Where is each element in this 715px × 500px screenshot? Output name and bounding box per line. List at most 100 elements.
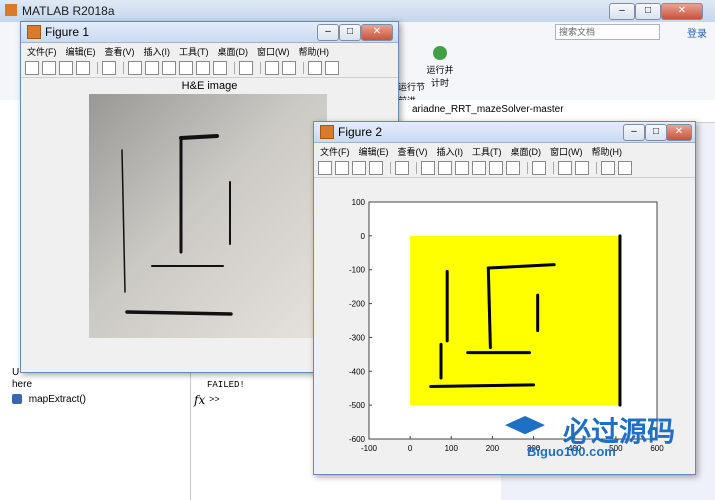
menu-desktop[interactable]: 桌面(D) [218, 45, 249, 58]
figure-1-close-button[interactable]: ✕ [361, 24, 393, 41]
search-input[interactable]: 搜索文档 [555, 24, 660, 40]
pointer-icon[interactable] [395, 161, 409, 175]
file-item-label: mapExtract() [28, 394, 87, 405]
maximize-button[interactable]: □ [635, 3, 661, 20]
menu-window[interactable]: 窗口(W) [257, 45, 290, 58]
menu-edit[interactable]: 编辑(E) [359, 145, 389, 158]
menu-desktop[interactable]: 桌面(D) [511, 145, 542, 158]
title-bar: MATLAB R2018a – □ ✕ [0, 0, 715, 23]
x-tick-label: 200 [486, 444, 500, 453]
graduation-cap-icon [505, 416, 545, 435]
zoom-in-icon[interactable] [421, 161, 435, 175]
scatter-fill-region [410, 235, 620, 406]
colorbar-icon[interactable] [558, 161, 572, 175]
toolbar-separator [527, 162, 528, 174]
show-plot-tools-icon[interactable] [325, 61, 339, 75]
menu-tools[interactable]: 工具(T) [179, 45, 209, 58]
panel-text-here: here [12, 379, 33, 390]
search-placeholder: 搜索文档 [559, 27, 596, 37]
figure-2-title: Figure 2 [338, 125, 383, 139]
zoom-in-icon[interactable] [128, 61, 142, 75]
menu-view[interactable]: 查看(V) [398, 145, 428, 158]
figure-2-menubar: 文件(F) 编辑(E) 查看(V) 插入(I) 工具(T) 桌面(D) 窗口(W… [314, 143, 695, 159]
menu-insert[interactable]: 插入(I) [144, 45, 171, 58]
legend-icon[interactable] [575, 161, 589, 175]
current-folder: ariadne_RRT_mazeSolver-master [412, 104, 564, 115]
login-button[interactable]: 登录 [687, 25, 707, 40]
menu-view[interactable]: 查看(V) [105, 45, 135, 58]
app-title: MATLAB R2018a [22, 4, 115, 18]
y-tick-label: -400 [349, 367, 366, 376]
menu-edit[interactable]: 编辑(E) [66, 45, 96, 58]
run-and-time-button[interactable]: 运行并 计时 [425, 46, 455, 89]
toolbar-separator [303, 62, 304, 74]
menu-file[interactable]: 文件(F) [27, 45, 57, 58]
data-cursor-icon[interactable] [489, 161, 503, 175]
legend-icon[interactable] [282, 61, 296, 75]
figure-1-titlebar: Figure 1 – □ ✕ [21, 22, 398, 43]
run-section-button[interactable]: 运行节 [398, 80, 425, 93]
close-button[interactable]: ✕ [661, 3, 703, 20]
menu-tools[interactable]: 工具(T) [472, 145, 502, 158]
file-item[interactable]: mapExtract() [12, 394, 86, 405]
y-tick-label: 0 [361, 232, 366, 241]
figure-1-minimize-button[interactable]: – [317, 24, 339, 41]
figure-2-minimize-button[interactable]: – [623, 124, 645, 141]
figure-1-menubar: 文件(F) 编辑(E) 查看(V) 插入(I) 工具(T) 桌面(D) 窗口(W… [21, 43, 398, 59]
zoom-out-icon[interactable] [438, 161, 452, 175]
minimize-button[interactable]: – [609, 3, 635, 20]
panel-text-u: U [12, 367, 20, 378]
rotate-icon[interactable] [179, 61, 193, 75]
figure-1-maximize-button[interactable]: □ [339, 24, 361, 41]
figure-2-close-button[interactable]: ✕ [666, 124, 692, 141]
figure-icon [320, 125, 334, 139]
zoom-out-icon[interactable] [145, 61, 159, 75]
print-icon[interactable] [76, 61, 90, 75]
toolbar-separator [416, 162, 417, 174]
maze-wall [429, 383, 536, 389]
toolbar-separator [260, 62, 261, 74]
menu-help[interactable]: 帮助(H) [299, 45, 330, 58]
menu-help[interactable]: 帮助(H) [592, 145, 623, 158]
menu-insert[interactable]: 插入(I) [437, 145, 464, 158]
toolbar-separator [596, 162, 597, 174]
save-icon[interactable] [59, 61, 73, 75]
hide-plot-tools-icon[interactable] [308, 61, 322, 75]
print-icon[interactable] [369, 161, 383, 175]
he-image [89, 94, 327, 338]
toolbar-separator [123, 62, 124, 74]
brush-icon[interactable] [506, 161, 520, 175]
y-tick-label: -300 [349, 333, 366, 342]
pan-icon[interactable] [455, 161, 469, 175]
x-tick-label: 100 [445, 444, 459, 453]
maze-line [179, 134, 219, 140]
watermark-url: Biguo100.com [527, 444, 616, 459]
matlab-logo-icon [5, 4, 17, 16]
hide-plot-tools-icon[interactable] [601, 161, 615, 175]
run-and-time-label: 运行并 计时 [426, 65, 454, 88]
colorbar-icon[interactable] [265, 61, 279, 75]
open-file-icon[interactable] [335, 161, 349, 175]
link-icon[interactable] [239, 61, 253, 75]
figure-2-maximize-button[interactable]: □ [645, 124, 667, 141]
pan-icon[interactable] [162, 61, 176, 75]
data-cursor-icon[interactable] [196, 61, 210, 75]
open-file-icon[interactable] [42, 61, 56, 75]
x-tick-label: -100 [361, 444, 378, 453]
new-figure-icon[interactable] [318, 161, 332, 175]
menu-window[interactable]: 窗口(W) [550, 145, 583, 158]
x-tick-label: 0 [408, 444, 413, 453]
paper-background [89, 94, 327, 338]
link-icon[interactable] [532, 161, 546, 175]
new-figure-icon[interactable] [25, 61, 39, 75]
y-tick-label: -500 [349, 401, 366, 410]
pointer-icon[interactable] [102, 61, 116, 75]
y-tick-label: -100 [349, 266, 366, 275]
rotate-icon[interactable] [472, 161, 486, 175]
show-plot-tools-icon[interactable] [618, 161, 632, 175]
save-icon[interactable] [352, 161, 366, 175]
brush-icon[interactable] [213, 61, 227, 75]
menu-file[interactable]: 文件(F) [320, 145, 350, 158]
figure-icon [27, 25, 41, 39]
command-output: FAILED! [207, 380, 245, 390]
